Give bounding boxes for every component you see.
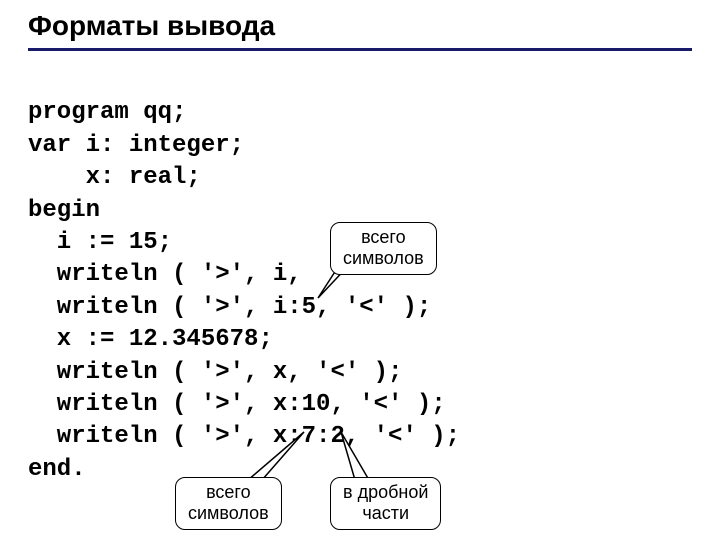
code-line: var i: integer;: [28, 132, 244, 159]
callout-total-chars-top: всего символов: [330, 222, 437, 275]
callout-text: в дробной: [343, 482, 428, 503]
code-line: program qq;: [28, 99, 186, 126]
callout-text: части: [343, 503, 428, 524]
code-line: writeln ( '>', x, '<' );: [28, 359, 402, 386]
slide-title: Форматы вывода: [28, 10, 692, 42]
code-block: program qq; var i: integer; x: real; beg…: [28, 65, 692, 518]
callout-text: символов: [188, 503, 269, 524]
callout-text: всего: [188, 482, 269, 503]
code-line: end.: [28, 456, 86, 483]
slide: Форматы вывода program qq; var i: intege…: [0, 0, 720, 540]
code-line: writeln ( '>', x:10, '<' );: [28, 391, 446, 418]
code-line: begin: [28, 197, 100, 224]
callout-total-chars-bottom: всего символов: [175, 477, 282, 530]
code-line: x := 12.345678;: [28, 326, 273, 353]
code-line: writeln ( '>', x:7:2, '<' );: [28, 423, 460, 450]
title-rule: [28, 48, 692, 51]
code-line: i := 15;: [28, 229, 172, 256]
code-line: writeln ( '>', i:5, '<' );: [28, 294, 431, 321]
callout-text: символов: [343, 248, 424, 269]
code-line: writeln ( '>', i,: [28, 261, 302, 288]
callout-fractional-part: в дробной части: [330, 477, 441, 530]
code-line: x: real;: [28, 164, 201, 191]
callout-text: всего: [343, 227, 424, 248]
